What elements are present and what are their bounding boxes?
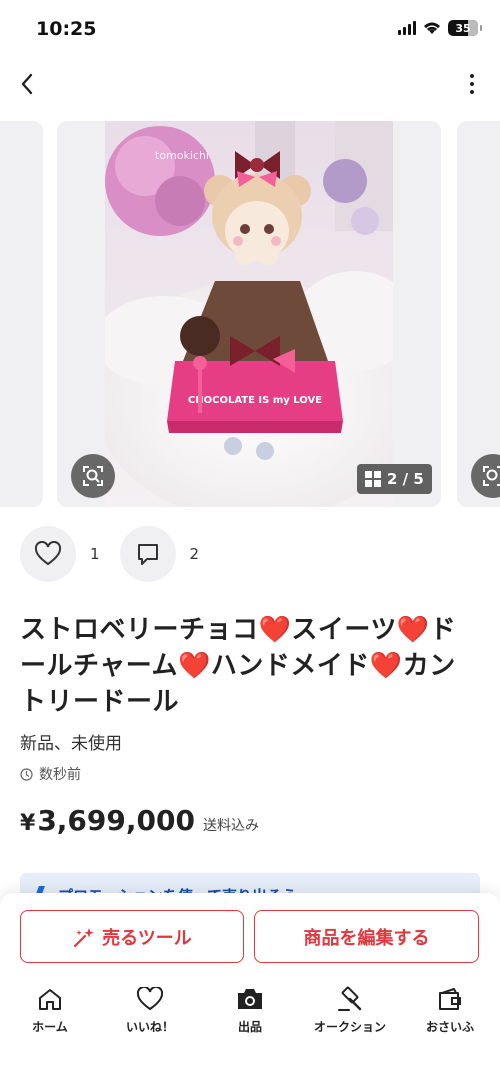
heart-icon [136,987,164,1011]
tab-likes[interactable]: いいね！ [100,986,200,1046]
grid-icon [365,471,381,487]
more-dot [470,82,474,86]
more-options-button[interactable] [464,70,480,98]
image-counter[interactable]: 2 / 5 [357,464,432,494]
sparkle-wand-icon [74,927,94,947]
tab-bar: ホーム いいね！ 出品 オークション おさいふ [0,986,500,1046]
sell-tools-button[interactable]: 売るツール [20,910,244,963]
zoom-button[interactable] [71,454,115,498]
wifi-icon [424,22,440,34]
more-dot [470,90,474,94]
item-condition: 新品、未使用 [20,734,122,754]
back-button[interactable] [12,68,42,100]
cellular-signal-icon [398,21,416,35]
comment-count: 2 [189,545,200,563]
tab-sell[interactable]: 出品 [200,986,300,1046]
like-count: 1 [90,545,100,563]
price-row: ¥ 3,699,000 送料込み [20,804,259,837]
heart-emoji: ❤️ [258,615,292,645]
heart-emoji: ❤️ [396,615,430,645]
zoom-icon [483,466,500,486]
zoom-icon [83,466,103,486]
heart-emoji: ❤️ [369,651,403,681]
price: 3,699,000 [37,804,195,837]
carousel-slide-previous[interactable] [0,121,43,507]
item-title: ストロベリーチョコ❤️スイーツ❤️ドールチャーム❤️ハンドメイド❤️カントリード… [20,612,482,720]
zoom-button-next[interactable] [471,454,500,498]
gavel-icon [338,986,362,1011]
tab-home[interactable]: ホーム [0,986,100,1046]
tab-auction[interactable]: オークション [300,986,400,1046]
edit-item-label: 商品を編集する [303,927,430,949]
wallet-icon [439,988,461,1010]
carousel-slide-next[interactable] [457,121,500,507]
currency-symbol: ¥ [20,811,36,836]
svg-text:CHOCOLATE IS my LOVE: CHOCOLATE IS my LOVE [188,395,322,406]
camera-icon [238,989,262,1009]
tab-label: 出品 [237,1020,262,1034]
photo-watermark: tomokichi [155,149,209,162]
tab-label: おさいふ [425,1020,474,1034]
heart-outline-icon [34,541,62,566]
status-icons: 35 [398,20,482,36]
image-carousel[interactable]: / 5 [0,121,500,507]
more-dot [470,74,474,78]
product-photo[interactable]: CHOCOLATE IS my LOVE tomokichi [105,121,393,507]
status-time: 10:25 [36,18,97,40]
tab-label: ホーム [32,1020,68,1034]
edit-item-button[interactable]: 商品を編集する [254,910,479,963]
battery-indicator: 35 [448,20,482,36]
clock-icon [20,767,33,781]
tab-wallet[interactable]: おさいふ [400,986,500,1046]
home-icon [39,989,61,1010]
shipping-label: 送料込み [202,818,259,834]
posted-time-text: 数秒前 [39,767,81,783]
top-navigation [0,58,500,112]
posted-time: 数秒前 [20,764,81,784]
sell-tools-label: 売るツール [102,927,192,949]
carousel-slide-current[interactable]: CHOCOLATE IS my LOVE tomokichi 2 / 5 [57,121,441,507]
tab-label: オークション [313,1020,386,1034]
like-button[interactable] [20,526,76,582]
title-part: ハンドメイド [210,651,370,681]
status-bar: 10:25 35 [0,0,500,58]
title-part: ストロベリーチョコ [20,615,259,645]
bottom-action-panel: 売るツール 商品を編集する ホーム いいね！ 出品 オークション おさいふ [0,893,500,1080]
heart-emoji: ❤️ [177,651,211,681]
reactions-row: 1 2 [20,526,219,582]
comment-icon [137,544,158,565]
comment-button[interactable] [119,526,176,582]
chevron-left-icon [21,73,33,95]
title-part: スイーツ [291,615,397,645]
tab-label: いいね！ [125,1020,174,1034]
